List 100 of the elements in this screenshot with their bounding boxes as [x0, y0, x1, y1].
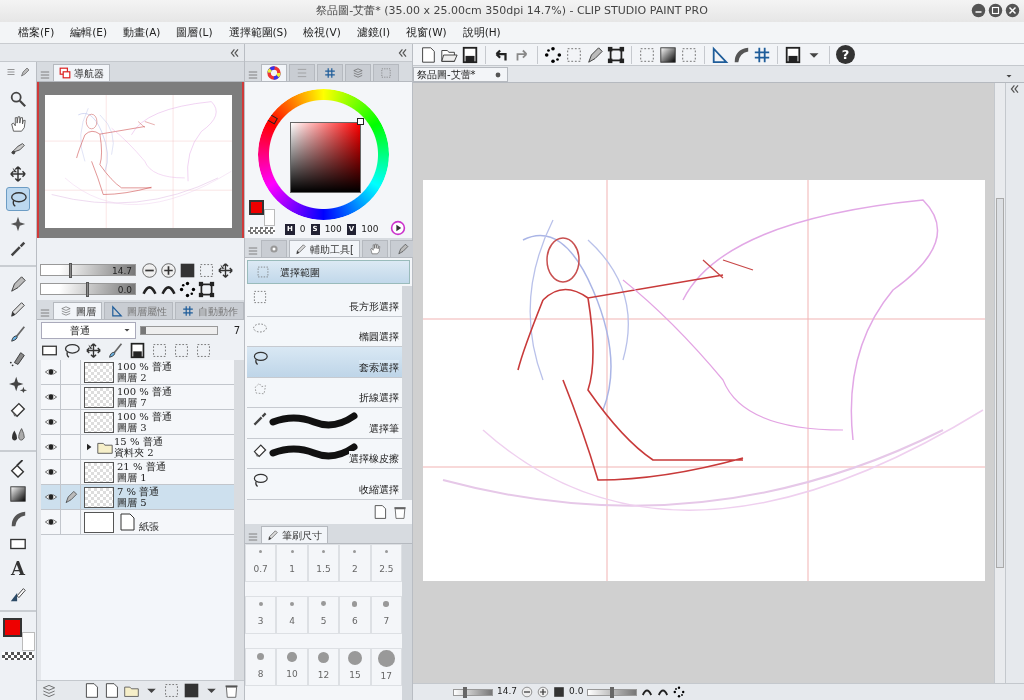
brush-size-cell[interactable]: 2.5 [370, 544, 402, 582]
brush-size-cell[interactable]: 17 [370, 648, 402, 686]
menu-item[interactable]: 圖層(L) [168, 24, 221, 41]
brush-size-cell[interactable]: 1.5 [307, 544, 340, 582]
brush-size-tab[interactable]: 筆刷尺寸 [261, 526, 328, 543]
delete-icon[interactable] [392, 504, 408, 520]
brush-size-cell[interactable]: 0.7 [245, 544, 277, 582]
panel-menu-icon[interactable] [6, 67, 16, 77]
main-color-swatch[interactable] [249, 200, 264, 215]
expand-arrow-icon[interactable] [85, 443, 93, 451]
help-button[interactable]: ? [836, 45, 855, 64]
collapse-icon[interactable] [397, 46, 409, 59]
maximize-icon[interactable] [988, 3, 1003, 18]
transparent-swatch[interactable] [248, 227, 275, 234]
unsaved-dot-icon [495, 71, 501, 78]
menu-item[interactable]: 檔案(F) [10, 24, 63, 41]
tool-button[interactable]: A [6, 556, 30, 581]
size-dot [321, 601, 326, 607]
layer-row[interactable]: 100 % 普通 圖層 3 [41, 410, 234, 435]
tool-button[interactable] [6, 186, 30, 211]
navigator-view[interactable] [37, 82, 244, 238]
scrollbar-thumb[interactable] [996, 198, 1004, 568]
brush-size-cell[interactable]: 7 [370, 596, 402, 634]
opacity-slider[interactable] [140, 325, 218, 335]
brush-size-cell[interactable]: 10 [276, 648, 308, 686]
menu-item[interactable]: 編輯(E) [62, 24, 116, 41]
rotation-reading: 0.0 [569, 685, 584, 699]
select-all-icon[interactable] [544, 45, 562, 64]
menu-item[interactable]: 動畫(A) [115, 24, 169, 41]
layer-thumbnail [84, 361, 114, 383]
document-tab[interactable]: 祭品圖-艾蕾* [413, 67, 508, 82]
delete-icon[interactable] [223, 682, 240, 699]
brush-size-cell[interactable]: 3 [245, 596, 277, 634]
new-file-icon[interactable] [419, 45, 437, 64]
layer-row[interactable]: 15 % 普通 資料夾 2 [41, 435, 234, 460]
subtool-item[interactable]: 套索選擇 [247, 347, 402, 378]
minimize-icon[interactable] [971, 3, 986, 18]
layer-row[interactable]: 100 % 普通 圖層 7 [41, 385, 234, 410]
panel-tab[interactable] [317, 64, 343, 81]
grid-icon[interactable] [753, 45, 771, 64]
menu-item[interactable]: 選擇範圍(S) [220, 24, 296, 41]
zoom-slider[interactable]: 14.7 [40, 263, 136, 276]
color-wheel-icon [267, 66, 281, 80]
layer-row[interactable]: 100 % 普通 圖層 2 [41, 360, 234, 385]
slider-thumb[interactable] [610, 686, 615, 698]
layer-tab[interactable]: 圖層 [53, 302, 102, 319]
save-icon[interactable] [461, 45, 479, 64]
hand-icon [367, 243, 382, 255]
zoom-in-icon[interactable] [537, 686, 550, 698]
sub-color-swatch[interactable] [264, 209, 275, 226]
color-set-icon[interactable] [390, 220, 406, 236]
layer-info: 21 % 普通 [117, 461, 166, 472]
rotation-slider[interactable] [587, 688, 638, 696]
collapse-icon[interactable] [1009, 83, 1021, 95]
color-wheel-tab[interactable] [261, 64, 287, 81]
layer-name: 圖層 3 [117, 422, 148, 433]
layers-icon[interactable] [41, 682, 57, 699]
new-vector-layer-icon[interactable] [103, 682, 120, 699]
brush-size-cell[interactable]: 12 [307, 648, 340, 686]
slider-thumb[interactable] [463, 686, 468, 698]
menu-item[interactable]: 視窗(W) [398, 24, 455, 41]
color-marker[interactable] [357, 118, 364, 125]
selection-pen-icon[interactable] [586, 45, 604, 64]
transform-icon[interactable] [607, 45, 625, 64]
brush-size-cell[interactable]: 2 [339, 544, 371, 582]
subtool-tab[interactable]: 輔助工具[ [289, 240, 360, 257]
main-color-swatch[interactable] [3, 618, 22, 637]
sub-color-swatch[interactable] [22, 632, 35, 651]
brush-size-cell[interactable]: 1 [276, 544, 308, 582]
close-icon[interactable] [1005, 3, 1020, 18]
scrollbar[interactable] [994, 83, 1005, 683]
rotation-slider[interactable]: 0.0 [40, 282, 136, 295]
zoom-in-icon[interactable] [160, 262, 177, 279]
brush-size-cell[interactable]: 8 [245, 648, 277, 686]
navigator-tab[interactable]: 導航器 [53, 64, 110, 81]
brush-size-cell[interactable]: 6 [339, 596, 371, 634]
menu-item[interactable]: 濾鏡(I) [348, 24, 399, 41]
menu-item[interactable]: 說明(H) [454, 24, 509, 41]
blend-mode-dropdown[interactable]: 普通 [41, 321, 136, 339]
layer-row[interactable]: 紙張 [41, 510, 234, 535]
subtool-group[interactable]: 選擇範圍 [247, 260, 410, 284]
size-dot [290, 549, 294, 553]
layer-row[interactable]: 7 % 普通 圖層 5 [41, 485, 234, 510]
zoom-slider[interactable] [453, 688, 493, 696]
size-dot [317, 651, 330, 664]
grid-icon [181, 305, 195, 317]
brush-size-cell[interactable]: 15 [339, 648, 371, 686]
slider-thumb[interactable] [86, 281, 89, 297]
zoom-out-icon[interactable] [141, 262, 158, 279]
brush-size-cell[interactable]: 5 [307, 596, 340, 634]
brush-size-cell[interactable]: 4 [276, 596, 308, 634]
pen-icon[interactable] [20, 67, 30, 77]
slider-thumb[interactable] [69, 262, 73, 278]
saturation-value-square[interactable] [290, 122, 361, 193]
new-subtool-icon[interactable] [372, 504, 388, 520]
collapse-icon[interactable] [229, 46, 241, 59]
layer-row[interactable]: 21 % 普通 圖層 1 [41, 460, 234, 485]
menu-item[interactable]: 檢視(V) [295, 24, 349, 41]
transparent-swatch[interactable] [2, 652, 34, 660]
new-layer-icon[interactable] [83, 682, 100, 699]
